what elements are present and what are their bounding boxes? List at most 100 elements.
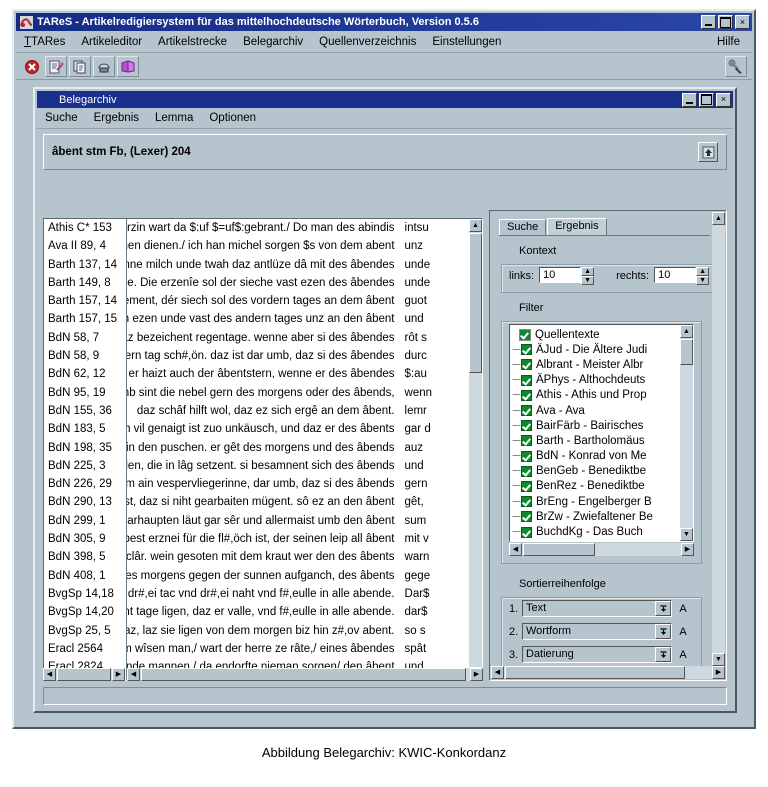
belegarchiv-close-button[interactable]: ×: [716, 92, 731, 107]
close-button[interactable]: ×: [735, 15, 750, 29]
filter-tree-item[interactable]: ─ BrEng - Engelberger B: [512, 494, 680, 509]
filter-root-checkbox[interactable]: [519, 328, 531, 341]
menu-artikeleditor[interactable]: Artikeleditor: [81, 36, 142, 48]
kwic-row[interactable]: si clâr. wein gesoten mit dem kraut wer …: [127, 548, 468, 566]
filter-item-checkbox[interactable]: [521, 420, 532, 432]
kwic-row[interactable]: ein sam ain vespervliegerinne, dar umb, …: [127, 475, 468, 493]
sort-field-combobox[interactable]: Text: [522, 600, 672, 617]
kwic-reference[interactable]: BdN 62, 12: [44, 365, 126, 383]
options-scroll-down-button[interactable]: ▼: [712, 653, 725, 666]
filter-tree-item[interactable]: ─ BrZw - Zwiefaltener Be: [512, 509, 680, 524]
kwic-reference[interactable]: Eracl 2564: [44, 640, 126, 658]
toolbar-stop-button[interactable]: [21, 56, 43, 77]
filter-tree-item[interactable]: ─ Albrant - Meister Albr: [512, 357, 680, 372]
menu-einstellungen[interactable]: Einstellungen: [432, 36, 501, 48]
filter-tree-item[interactable]: ─ BenRez - Benediktbe: [512, 479, 680, 494]
filter-item-checkbox[interactable]: [521, 480, 532, 492]
filter-tree-item[interactable]: ─BvgSp - Das Buch vo: [512, 540, 680, 541]
kontext-rechts-spinner[interactable]: 10 ▲ ▼: [654, 267, 710, 285]
filter-item-checkbox[interactable]: [521, 359, 532, 371]
kwic-reference[interactable]: BdN 58, 7: [44, 329, 126, 347]
menu-hilfe[interactable]: Hilfe: [717, 36, 740, 48]
kwic-row[interactable]: dar umb sint die nebel gern des morgens …: [127, 384, 468, 402]
kwic-scroll-thumb[interactable]: [469, 233, 482, 373]
menu-belegarchiv[interactable]: Belegarchiv: [243, 36, 303, 48]
sort-direction-indicator[interactable]: A: [672, 626, 694, 638]
kontext-links-spin-buttons[interactable]: ▲ ▼: [581, 267, 595, 285]
toolbar-book-button[interactable]: [117, 56, 139, 77]
sort-direction-indicator[interactable]: A: [672, 603, 694, 615]
kwic-reference[interactable]: BdN 183, 5: [44, 420, 126, 438]
filter-vertical-scrollbar[interactable]: ▲ ▼: [680, 325, 693, 541]
kwic-row[interactable]: r eselinne milch unde twah daz antlüze d…: [127, 256, 468, 274]
kwic-reference[interactable]: BdN 408, 1: [44, 567, 126, 585]
kwic-row[interactable]: iern dr#,ei tac vnd dr#,ei naht vnd f#,e…: [127, 585, 468, 603]
kwic-reference[interactable]: BdN 290, 13: [44, 493, 126, 511]
kwic-reference[interactable]: BvgSp 14,18: [44, 585, 126, 603]
filter-scroll-thumb[interactable]: [680, 339, 693, 365]
kwic-reference[interactable]: BdN 305, 9: [44, 530, 126, 548]
kwic-row[interactable]: en: des morgens gegen der sunnen aufganc…: [127, 567, 468, 585]
filter-tree-root[interactable]: Quellentexte: [512, 327, 680, 342]
application-titlebar[interactable]: TAReS - Artikelredigiersystem für das mi…: [16, 13, 752, 31]
menu-artikelstrecke[interactable]: Artikelstrecke: [158, 36, 227, 48]
kontext-links-spin-up[interactable]: ▲: [581, 267, 595, 276]
kwic-text-hscrollbar[interactable]: ◀ ▶: [127, 668, 483, 681]
kwic-reference[interactable]: BdN 95, 19: [44, 384, 126, 402]
filter-tree-item[interactable]: ─ ÄJud - Die Ältere Judi: [512, 342, 680, 357]
filter-tree-item[interactable]: ─ BdN - Konrad von Me: [512, 449, 680, 464]
filter-tree-item[interactable]: ─ ÄPhys - Althochdeuts: [512, 373, 680, 388]
kwic-reference[interactable]: BvgSp 14,20: [44, 603, 126, 621]
belegarchiv-minimize-button[interactable]: [682, 92, 697, 107]
filter-item-checkbox[interactable]: [521, 511, 532, 523]
kontext-rechts-spin-up[interactable]: ▲: [696, 267, 710, 276]
kwic-reference[interactable]: BdN 226, 29: [44, 475, 126, 493]
menu-ergebnis[interactable]: Ergebnis: [94, 112, 139, 124]
filter-item-checkbox[interactable]: [521, 374, 532, 386]
kwic-row[interactable]: prehet. er haizt auch der âbentstern, we…: [127, 365, 468, 383]
kontext-rechts-spin-buttons[interactable]: ▲ ▼: [696, 267, 710, 285]
kwic-row[interactable]: pest erznei für die fl#,öch ist, der sei…: [127, 530, 468, 548]
belegarchiv-titlebar[interactable]: Belegarchiv ×: [37, 91, 733, 108]
kwic-reference[interactable]: Barth 137, 14: [44, 256, 126, 274]
chevron-down-icon[interactable]: [655, 647, 671, 662]
sort-field-combobox[interactable]: Datierung: [522, 646, 672, 663]
menu-optionen[interactable]: Optionen: [209, 112, 256, 124]
filter-item-checkbox[interactable]: [521, 526, 532, 538]
kwic-row[interactable]: pitement, dér siech sol des vordern tage…: [127, 292, 468, 310]
kwic-reference[interactable]: Barth 149, 8: [44, 274, 126, 292]
kontext-links-spinner[interactable]: 10 ▲ ▼: [539, 267, 595, 285]
kwic-row[interactable]: andern tag sch#,ön. daz ist dar umb, daz…: [127, 347, 468, 365]
kwic-ref-hscrollbar[interactable]: ◀ ▶: [43, 668, 125, 681]
kwic-reference[interactable]: BdN 398, 5: [44, 548, 126, 566]
filter-item-checkbox[interactable]: [521, 450, 532, 462]
filter-item-checkbox[interactable]: [521, 405, 532, 417]
filter-tree-item[interactable]: ─ BenGeb - Benediktbe: [512, 464, 680, 479]
kwic-reference[interactable]: BdN 155, 36: [44, 402, 126, 420]
kwic-scroll-up-button[interactable]: ▲: [469, 219, 482, 232]
kwic-reference[interactable]: Barth 157, 14: [44, 292, 126, 310]
kontext-rechts-spin-down[interactable]: ▼: [696, 276, 710, 285]
kwic-vertical-scrollbar[interactable]: ▲ ▼: [469, 219, 482, 680]
kwic-row[interactable]: îô, dem wîsen man,/ wart der herre ze râ…: [127, 640, 468, 658]
chevron-down-icon[interactable]: [655, 624, 671, 639]
filter-tree[interactable]: Quellentexte ─ ÄJud - Die Ältere Judi ─ Albr…: [509, 324, 694, 542]
kwic-row[interactable]: n seime. Die erzenîe sol der sieche vast…: [127, 274, 468, 292]
kwic-reference[interactable]: BdN 198, 35: [44, 439, 126, 457]
options-vertical-scrollbar[interactable]: ▲ ▼: [712, 212, 725, 666]
sort-direction-indicator[interactable]: A: [672, 649, 694, 661]
kwic-row[interactable]: zlich ezen unde vast des andern tages un…: [127, 310, 468, 328]
options-horizontal-scrollbar[interactable]: ◀ ▶: [491, 666, 725, 679]
maximize-button[interactable]: [718, 15, 733, 29]
kontext-rechts-input[interactable]: 10: [654, 267, 697, 283]
kwic-row[interactable]: niemen dienen./ ich han michel sorgen $s…: [127, 237, 468, 255]
filter-horizontal-scrollbar[interactable]: ◀ ▶: [509, 543, 694, 556]
tab-suche[interactable]: Suche: [499, 219, 547, 235]
options-scroll-up-button[interactable]: ▲: [712, 212, 725, 225]
lemma-up-button[interactable]: [698, 142, 718, 162]
kwic-reference[interactable]: BdN 299, 1: [44, 512, 126, 530]
minimize-button[interactable]: [701, 15, 716, 29]
chevron-down-icon[interactable]: [655, 601, 671, 616]
filter-item-checkbox[interactable]: [521, 389, 532, 401]
menu-tares[interactable]: TTARes: [24, 36, 65, 48]
